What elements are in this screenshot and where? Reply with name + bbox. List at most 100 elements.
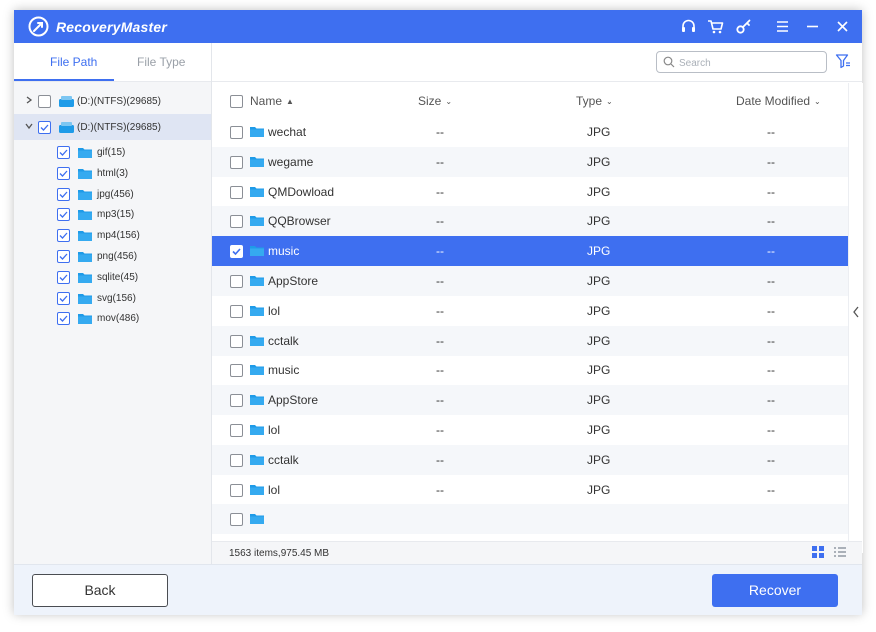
row-checkbox[interactable] <box>230 394 243 408</box>
table-row[interactable]: cctalk -- JPG -- <box>212 444 848 475</box>
folder-icon <box>78 272 92 283</box>
recover-button[interactable]: Recover <box>712 574 838 607</box>
cart-icon[interactable] <box>707 18 724 35</box>
table-row[interactable]: music -- JPG -- <box>212 236 848 267</box>
chevron-right-icon[interactable] <box>24 95 34 105</box>
check-icon <box>59 274 68 281</box>
headset-icon[interactable] <box>680 18 697 35</box>
row-checkbox[interactable] <box>230 424 243 437</box>
row-checkbox[interactable] <box>230 155 243 169</box>
tree-folder-row[interactable]: mp4(156) <box>14 225 211 245</box>
folder-checkbox[interactable] <box>57 270 70 284</box>
file-type: JPG <box>587 363 611 378</box>
row-checkbox[interactable] <box>230 364 243 378</box>
check-icon <box>232 248 241 256</box>
recoverymaster-logo-icon <box>28 16 49 37</box>
table-row[interactable]: QMDowload -- JPG -- <box>212 177 848 207</box>
file-date: -- <box>767 363 775 378</box>
folder-icon <box>250 513 264 525</box>
table-row[interactable]: wechat -- JPG -- <box>212 117 848 147</box>
tree-folder-row[interactable]: sqlite(45) <box>14 267 211 287</box>
file-date: -- <box>767 274 775 288</box>
folder-checkbox[interactable] <box>57 146 70 159</box>
file-type: JPG <box>587 303 611 318</box>
key-icon[interactable] <box>735 18 752 35</box>
file-size: -- <box>436 214 444 229</box>
drive-checkbox[interactable] <box>38 95 51 108</box>
row-checkbox[interactable] <box>230 453 243 467</box>
folder-checkbox[interactable] <box>57 208 70 222</box>
file-type: JPG <box>587 154 611 169</box>
chevron-down-icon: ⌄ <box>606 97 613 106</box>
tree-drive-row[interactable]: (D:)(NTFS)(29685) <box>14 88 211 114</box>
row-checkbox[interactable] <box>230 126 243 139</box>
check-icon <box>59 315 68 323</box>
file-name: lol <box>268 482 281 497</box>
table-row[interactable]: music -- JPG -- <box>212 355 848 385</box>
file-date: -- <box>767 184 775 199</box>
column-name-label: Name <box>250 94 283 108</box>
folder-checkbox[interactable] <box>57 312 70 326</box>
folder-checkbox[interactable] <box>57 187 70 201</box>
file-date: -- <box>767 214 775 229</box>
tree-folder-row[interactable]: html(3) <box>14 163 211 183</box>
tree-drive-row[interactable]: (D:)(NTFS)(29685) <box>14 114 211 140</box>
row-checkbox[interactable] <box>230 275 243 288</box>
folder-icon <box>250 126 264 137</box>
folder-icon <box>250 186 264 197</box>
folder-icon <box>78 147 92 158</box>
folder-checkbox[interactable] <box>57 291 70 305</box>
row-checkbox[interactable] <box>230 215 243 229</box>
column-date-header[interactable]: Date Modified ⌄ <box>736 94 821 108</box>
folder-checkbox[interactable] <box>57 166 70 180</box>
grid-view-icon[interactable] <box>812 546 824 558</box>
row-checkbox[interactable] <box>230 185 243 199</box>
tree-folder-row[interactable]: svg(156) <box>14 288 211 308</box>
title-bar: RecoveryMaster <box>14 10 862 43</box>
tab-file-path[interactable]: File Path <box>50 55 97 69</box>
tab-file-type[interactable]: File Type <box>137 55 185 69</box>
column-size-header[interactable]: Size ⌄ <box>418 94 452 108</box>
tree-folder-row[interactable]: jpg(456) <box>14 184 211 204</box>
drive-checkbox[interactable] <box>38 121 51 134</box>
table-row[interactable]: lol -- JPG -- <box>212 475 848 505</box>
search-input[interactable] <box>677 54 821 72</box>
select-all-checkbox[interactable] <box>230 95 243 108</box>
file-type: JPG <box>587 244 611 259</box>
folder-icon <box>250 245 264 257</box>
row-checkbox[interactable] <box>230 513 243 527</box>
row-checkbox[interactable] <box>230 304 243 318</box>
table-row[interactable]: QQBrowser -- JPG -- <box>212 206 848 237</box>
folder-checkbox[interactable] <box>57 229 70 243</box>
column-name-header[interactable]: Name ▲ <box>250 94 294 108</box>
file-size: -- <box>436 154 444 169</box>
table-row[interactable] <box>212 504 848 535</box>
table-row[interactable]: lol -- JPG -- <box>212 415 848 445</box>
main-toolbar <box>212 43 862 82</box>
close-icon[interactable] <box>834 18 851 35</box>
list-view-icon[interactable] <box>834 546 846 558</box>
table-row[interactable]: cctalk -- JPG -- <box>212 325 848 356</box>
tree-folder-row[interactable]: mov(486) <box>14 308 211 328</box>
chevron-left-icon[interactable] <box>851 305 861 319</box>
table-row[interactable]: AppStore -- JPG -- <box>212 266 848 296</box>
table-row[interactable]: wegame -- JPG -- <box>212 146 848 177</box>
chevron-down-icon[interactable] <box>24 121 34 131</box>
folder-checkbox[interactable] <box>57 250 70 263</box>
tree-folder-row[interactable]: gif(15) <box>14 142 211 162</box>
row-checkbox[interactable] <box>230 245 243 259</box>
filter-icon[interactable] <box>835 53 851 69</box>
table-row[interactable]: lol -- JPG -- <box>212 296 848 326</box>
column-type-header[interactable]: Type ⌄ <box>576 94 613 108</box>
minimize-icon[interactable] <box>804 18 821 35</box>
tree-folder-row[interactable]: mp3(15) <box>14 204 211 224</box>
search-box[interactable] <box>656 51 827 73</box>
menu-icon[interactable] <box>774 18 791 35</box>
table-row[interactable]: AppStore -- JPG -- <box>212 385 848 416</box>
row-checkbox[interactable] <box>230 483 243 497</box>
file-date: -- <box>767 423 775 437</box>
file-date: -- <box>767 452 775 467</box>
tree-folder-row[interactable]: png(456) <box>14 246 211 266</box>
back-button[interactable]: Back <box>32 574 168 607</box>
row-checkbox[interactable] <box>230 334 243 348</box>
